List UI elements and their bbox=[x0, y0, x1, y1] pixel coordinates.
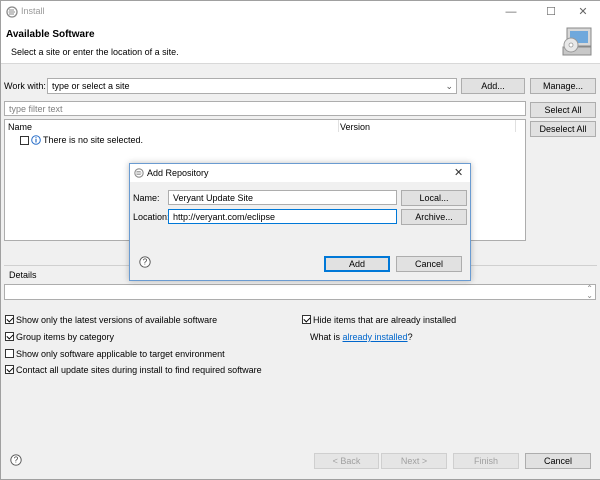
help-icon[interactable]: ? bbox=[10, 454, 22, 466]
hide-installed-label: Hide items that are already installed bbox=[313, 315, 457, 325]
repository-location-field[interactable]: http://veryant.com/eclipse bbox=[168, 209, 397, 224]
title-bar: Install — ☐ ✕ bbox=[1, 1, 600, 23]
deselect-all-button[interactable]: Deselect All bbox=[530, 121, 596, 137]
filter-input[interactable]: type filter text bbox=[4, 101, 526, 116]
group-by-category-label: Group items by category bbox=[16, 332, 115, 342]
archive-button[interactable]: Archive... bbox=[401, 209, 467, 225]
install-window: Install — ☐ ✕ Available Software Select … bbox=[0, 0, 600, 480]
work-with-placeholder: type or select a site bbox=[52, 81, 130, 91]
add-repository-button[interactable]: Add bbox=[324, 256, 390, 272]
work-with-combo[interactable]: type or select a site ⌄ bbox=[47, 78, 457, 94]
manage-sites-button[interactable]: Manage... bbox=[530, 78, 596, 94]
dialog-title: Add Repository bbox=[147, 168, 209, 178]
details-scroll-icon[interactable]: ⌃ ⌄ bbox=[586, 285, 593, 300]
eclipse-icon bbox=[6, 6, 18, 18]
dialog-close-button[interactable]: ✕ bbox=[454, 166, 463, 179]
already-installed-link[interactable]: already installed bbox=[343, 332, 408, 342]
back-button[interactable]: < Back bbox=[314, 453, 379, 469]
dialog-cancel-button[interactable]: Cancel bbox=[396, 256, 462, 272]
empty-tree-message: There is no site selected. bbox=[43, 135, 144, 145]
location-label: Location: bbox=[133, 212, 170, 222]
finish-button[interactable]: Finish bbox=[453, 453, 519, 469]
chevron-down-icon[interactable]: ⌄ bbox=[445, 79, 453, 93]
select-all-button[interactable]: Select All bbox=[530, 102, 596, 118]
minimize-button[interactable]: — bbox=[501, 4, 521, 20]
repository-name-field[interactable]: Veryant Update Site bbox=[168, 190, 397, 205]
wizard-header: Available Software Select a site or ente… bbox=[1, 23, 600, 64]
details-label: Details bbox=[9, 270, 37, 280]
install-banner-icon bbox=[562, 27, 592, 56]
show-latest-label: Show only the latest versions of availab… bbox=[16, 315, 218, 325]
svg-text:?: ? bbox=[14, 456, 19, 465]
close-button[interactable]: ✕ bbox=[573, 4, 593, 20]
details-area[interactable]: ⌃ ⌄ bbox=[4, 284, 596, 300]
work-with-label: Work with: bbox=[4, 81, 46, 91]
group-by-category-checkbox[interactable] bbox=[5, 332, 14, 341]
page-subtitle: Select a site or enter the location of a… bbox=[11, 47, 179, 57]
contact-all-sites-checkbox[interactable] bbox=[5, 365, 14, 374]
window-title: Install bbox=[21, 6, 45, 16]
what-is-installed: What is already installed? bbox=[310, 332, 413, 342]
contact-all-sites-label: Contact all update sites during install … bbox=[16, 365, 262, 375]
hide-installed-checkbox[interactable] bbox=[302, 315, 311, 324]
maximize-button[interactable]: ☐ bbox=[541, 4, 561, 20]
column-header-version[interactable]: Version bbox=[339, 120, 516, 132]
dialog-help-icon[interactable]: ? bbox=[139, 256, 151, 268]
eclipse-icon bbox=[134, 168, 144, 178]
name-label: Name: bbox=[133, 193, 160, 203]
show-applicable-checkbox[interactable] bbox=[5, 349, 14, 358]
add-site-button[interactable]: Add... bbox=[461, 78, 525, 94]
filter-placeholder: type filter text bbox=[9, 104, 63, 114]
info-icon bbox=[31, 135, 41, 145]
tree-item-checkbox[interactable] bbox=[20, 136, 29, 145]
add-repository-dialog: Add Repository ✕ Name: Veryant Update Si… bbox=[129, 163, 471, 281]
show-applicable-label: Show only software applicable to target … bbox=[16, 349, 225, 359]
column-header-name[interactable]: Name bbox=[5, 120, 339, 132]
svg-text:?: ? bbox=[143, 258, 148, 267]
dialog-title-bar: Add Repository ✕ bbox=[130, 164, 470, 182]
page-title: Available Software bbox=[6, 29, 95, 40]
local-button[interactable]: Local... bbox=[401, 190, 467, 206]
show-latest-checkbox[interactable] bbox=[5, 315, 14, 324]
next-button[interactable]: Next > bbox=[381, 453, 447, 469]
cancel-button[interactable]: Cancel bbox=[525, 453, 591, 469]
